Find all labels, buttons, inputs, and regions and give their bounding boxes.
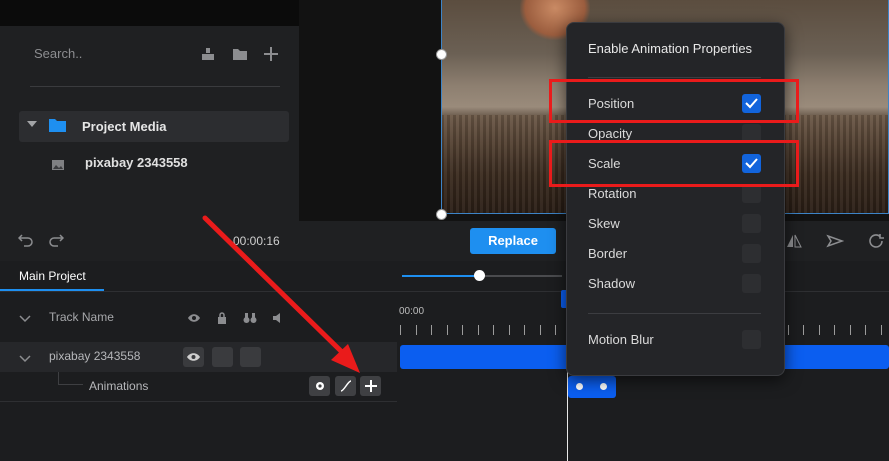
tab-underline [0,289,104,291]
ruler-tick [803,325,804,335]
blue-folder-icon [49,119,66,132]
track-label: pixabay 2343558 [49,349,141,363]
folder-icon[interactable] [232,46,248,62]
keyframe[interactable] [576,383,583,390]
animations-label: Animations [89,379,149,393]
flip-icon[interactable] [785,233,803,249]
tab-main-project[interactable]: Main Project [19,269,86,283]
highlight-box-position [549,79,799,123]
top-strip [0,0,299,26]
plus-icon[interactable] [263,46,279,62]
ruler-tick [416,325,417,335]
track-name-header: Track Name [49,310,114,324]
ruler-tick [462,325,463,335]
popup-title: Enable Animation Properties [588,41,753,56]
media-item-label[interactable]: pixabay 2343558 [85,155,188,170]
ruler-tick [493,325,494,335]
import-icon[interactable] [200,46,216,62]
ruler-tick [509,325,510,335]
ruler-tick [865,325,866,335]
ruler-tick [400,325,401,335]
property-border-label: Border [588,246,628,261]
search-input[interactable]: Search.. [34,46,82,61]
property-rotation-label: Rotation [588,186,637,201]
project-folder-label: Project Media [82,119,167,134]
send-icon[interactable] [826,233,845,249]
skew-checkbox[interactable] [742,214,761,233]
zoom-slider-knob[interactable] [474,270,485,281]
property-shadow-label: Shadow [588,276,635,291]
popup-divider [588,77,761,78]
redo-icon[interactable] [48,233,65,247]
chevron-down-icon[interactable] [19,311,31,323]
ruler-tick [447,325,448,335]
property-motion-blur-label: Motion Blur [588,332,654,347]
resize-handle-left[interactable] [436,49,447,60]
property-skew-label: Skew [588,216,620,231]
ruler-tick [540,325,541,335]
shadow-checkbox[interactable] [742,274,761,293]
ruler-tick [524,325,525,335]
ruler-start-time: 00:00 [399,306,425,317]
ruler-tick [834,325,835,335]
replace-button[interactable]: Replace [470,228,556,254]
ruler-tick [555,325,556,335]
image-icon [52,157,64,170]
property-opacity-label: Opacity [588,126,633,141]
border-checkbox[interactable] [742,244,761,263]
red-arrow-annotation [202,215,360,373]
motion-blur-checkbox[interactable] [742,330,761,349]
popup-divider [588,313,761,314]
search-divider [30,86,280,87]
tree-branch-line [58,372,83,385]
zoom-slider-fill [402,275,479,277]
highlight-box-scale [549,140,799,187]
resize-handle-bottom-left[interactable] [436,209,447,220]
ruler-tick [431,325,432,335]
ruler-tick [850,325,851,335]
undo-icon[interactable] [17,233,34,247]
rotate-icon[interactable] [868,233,886,249]
ruler-tick [478,325,479,335]
ruler-tick [881,325,882,335]
keyframe[interactable] [600,383,607,390]
ruler-tick [819,325,820,335]
chevron-down-icon[interactable] [19,351,31,363]
ruler-tick [788,325,789,335]
caret-down-icon[interactable] [27,121,37,127]
